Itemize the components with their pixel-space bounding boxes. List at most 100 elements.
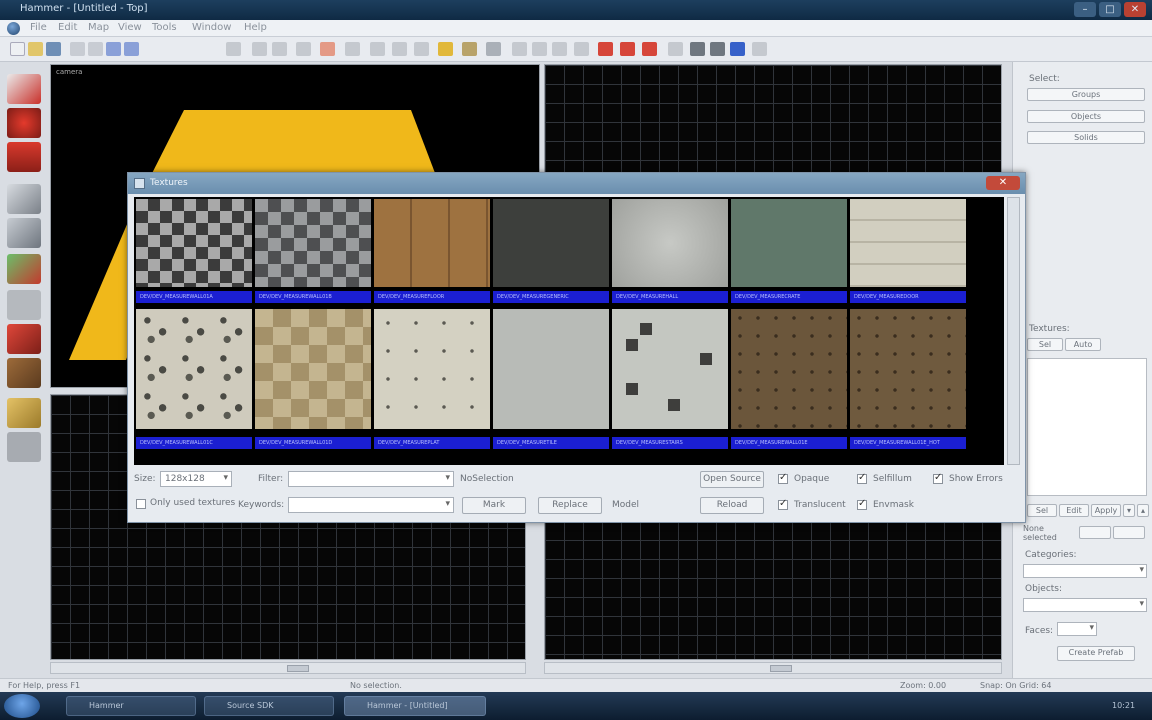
menu-help[interactable]: Help bbox=[244, 22, 267, 33]
texture-lock-icon[interactable] bbox=[438, 42, 453, 56]
texture-tile[interactable] bbox=[255, 309, 371, 429]
mark-up-icon[interactable]: ▴ bbox=[1137, 504, 1149, 517]
tab-sel[interactable]: Sel bbox=[1027, 338, 1063, 351]
toolbar-frame-icon[interactable] bbox=[486, 42, 501, 56]
toolbar-tool-d-icon[interactable] bbox=[574, 42, 589, 56]
texture-tile[interactable] bbox=[612, 199, 728, 287]
texture-tile[interactable] bbox=[850, 199, 966, 287]
magnify-tool-icon[interactable] bbox=[7, 108, 41, 138]
hide-icon[interactable] bbox=[392, 42, 407, 56]
objects-select[interactable] bbox=[1023, 598, 1147, 612]
run-map-icon[interactable] bbox=[598, 42, 613, 56]
task-hammer-untitled[interactable]: Hammer - [Untitled] bbox=[344, 696, 486, 716]
opaque-checkbox[interactable] bbox=[778, 472, 788, 484]
texture-tile[interactable] bbox=[493, 309, 609, 429]
mark-button[interactable]: Mark bbox=[462, 497, 526, 514]
task-hammer[interactable]: Hammer bbox=[66, 696, 196, 716]
side-horizontal-scrollbar[interactable] bbox=[544, 662, 1002, 674]
toolbar-tool-c-icon[interactable] bbox=[552, 42, 567, 56]
objects-button[interactable]: Objects bbox=[1027, 110, 1145, 123]
texture-tile[interactable] bbox=[731, 199, 847, 287]
maximize-button[interactable]: □ bbox=[1099, 2, 1121, 17]
menu-map[interactable]: Map bbox=[88, 22, 109, 33]
carve-icon[interactable] bbox=[320, 42, 335, 56]
selection-tool-icon[interactable] bbox=[7, 74, 41, 104]
save-icon[interactable] bbox=[46, 42, 61, 56]
paste-icon[interactable] bbox=[106, 42, 121, 56]
clip-tool-icon[interactable] bbox=[7, 398, 41, 428]
groups-button[interactable]: Groups bbox=[1027, 88, 1145, 101]
faces-stepper[interactable] bbox=[1057, 622, 1097, 636]
texture-tile[interactable] bbox=[374, 199, 490, 287]
entity-report-icon[interactable] bbox=[642, 42, 657, 56]
ungroup-icon[interactable] bbox=[370, 42, 385, 56]
texture-tile[interactable] bbox=[374, 309, 490, 429]
cut-icon[interactable] bbox=[70, 42, 85, 56]
toolbar-tool-e-icon[interactable] bbox=[668, 42, 683, 56]
scroll-thumb[interactable] bbox=[287, 665, 309, 672]
texture-tile[interactable] bbox=[493, 199, 609, 287]
start-button[interactable] bbox=[4, 694, 40, 718]
snap-grid-icon[interactable] bbox=[272, 42, 287, 56]
texture-tile[interactable] bbox=[731, 309, 847, 429]
texture-application-icon[interactable] bbox=[7, 254, 41, 284]
show-errors-checkbox[interactable] bbox=[933, 472, 943, 484]
toolbar-tool-g-icon[interactable] bbox=[710, 42, 725, 56]
tab-auto[interactable]: Auto bbox=[1065, 338, 1101, 351]
group-icon[interactable] bbox=[345, 42, 360, 56]
dialog-close-button[interactable]: ✕ bbox=[986, 176, 1020, 190]
overlay-tool-icon[interactable] bbox=[7, 358, 41, 388]
selfillum-checkbox[interactable] bbox=[857, 472, 867, 484]
toolbar-tool-a-icon[interactable] bbox=[512, 42, 527, 56]
only-used-checkbox[interactable] bbox=[136, 499, 146, 509]
apply-texture-icon[interactable] bbox=[7, 290, 41, 320]
texture-tile[interactable] bbox=[850, 309, 966, 429]
solids-button[interactable]: Solids bbox=[1027, 131, 1145, 144]
cordon-icon[interactable] bbox=[462, 42, 477, 56]
mark-down-icon[interactable]: ▾ bbox=[1123, 504, 1135, 517]
texture-tile[interactable] bbox=[612, 309, 728, 429]
texture-tile[interactable] bbox=[136, 309, 252, 429]
menu-edit[interactable]: Edit bbox=[58, 22, 77, 33]
menu-tools[interactable]: Tools bbox=[152, 22, 177, 33]
tab-edit[interactable]: Edit bbox=[1059, 504, 1089, 517]
decal-tool-icon[interactable] bbox=[7, 324, 41, 354]
categories-select[interactable] bbox=[1023, 564, 1147, 578]
compile-icon[interactable] bbox=[620, 42, 635, 56]
replace-button[interactable]: Replace bbox=[538, 497, 602, 514]
undo-icon[interactable] bbox=[124, 42, 139, 56]
front-horizontal-scrollbar[interactable] bbox=[50, 662, 526, 674]
block-tool-icon[interactable] bbox=[7, 218, 41, 248]
new-file-icon[interactable] bbox=[10, 42, 25, 56]
toolbar-tool-b-icon[interactable] bbox=[532, 42, 547, 56]
toolbar-tool-f-icon[interactable] bbox=[690, 42, 705, 56]
entity-tool-icon[interactable] bbox=[7, 184, 41, 214]
toggle-grid-icon[interactable] bbox=[296, 42, 311, 56]
envmask-checkbox[interactable] bbox=[857, 498, 867, 510]
task-source-sdk[interactable]: Source SDK bbox=[204, 696, 334, 716]
create-prefab-button[interactable]: Create Prefab bbox=[1057, 646, 1135, 661]
size-select[interactable]: 128x128 bbox=[160, 471, 232, 487]
texture-tile[interactable] bbox=[136, 199, 252, 287]
texture-tile[interactable] bbox=[255, 199, 371, 287]
filter-input[interactable] bbox=[288, 471, 454, 487]
viewport-side[interactable] bbox=[544, 520, 1002, 660]
close-button[interactable]: ✕ bbox=[1124, 2, 1146, 17]
menu-file[interactable]: File bbox=[30, 22, 47, 33]
open-source-button[interactable]: Open Source bbox=[700, 471, 764, 488]
scroll-thumb[interactable] bbox=[770, 665, 792, 672]
grid-larger-icon[interactable] bbox=[252, 42, 267, 56]
keywords-input[interactable] bbox=[288, 497, 454, 513]
copy-icon[interactable] bbox=[88, 42, 103, 56]
toolbar-tool-i-icon[interactable] bbox=[752, 42, 767, 56]
viewport-top[interactable] bbox=[544, 64, 1002, 184]
toolbar-tool-h-icon[interactable] bbox=[730, 42, 745, 56]
grid-smaller-icon[interactable] bbox=[226, 42, 241, 56]
camera-tool-icon[interactable] bbox=[7, 142, 41, 172]
minimize-button[interactable]: – bbox=[1074, 2, 1096, 17]
menu-view[interactable]: View bbox=[118, 22, 142, 33]
open-file-icon[interactable] bbox=[28, 42, 43, 56]
unhide-icon[interactable] bbox=[414, 42, 429, 56]
translucent-checkbox[interactable] bbox=[778, 498, 788, 510]
tab-apply[interactable]: Apply bbox=[1091, 504, 1121, 517]
